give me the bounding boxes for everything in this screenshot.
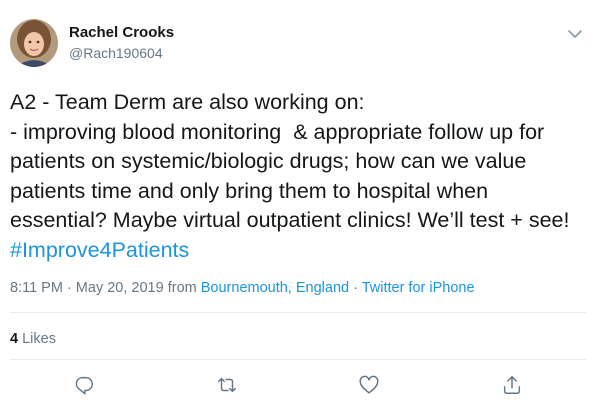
meta-separator: · xyxy=(349,280,362,296)
hashtag-link[interactable]: #Improve4Patients xyxy=(10,238,189,262)
share-icon[interactable] xyxy=(501,374,523,396)
likes-label: Likes xyxy=(18,331,56,347)
reply-icon[interactable] xyxy=(73,374,95,396)
author-name[interactable]: Rachel Crooks xyxy=(69,23,174,42)
tweet-card: Rachel Crooks @Rach190604 A2 - Team Derm… xyxy=(0,0,596,409)
tweet-text: A2 - Team Derm are also working on: - im… xyxy=(10,88,586,266)
author-handle[interactable]: @Rach190604 xyxy=(69,44,163,62)
avatar-image xyxy=(10,19,58,67)
likes-count[interactable]: 4 Likes xyxy=(10,330,56,348)
likes-number: 4 xyxy=(10,331,19,347)
source-link[interactable]: Twitter for iPhone xyxy=(362,280,475,296)
from-label: from xyxy=(163,280,201,296)
avatar[interactable] xyxy=(10,19,58,67)
divider xyxy=(10,312,586,313)
tweet-body: A2 - Team Derm are also working on: - im… xyxy=(10,90,570,233)
heart-icon[interactable] xyxy=(358,374,380,396)
retweet-icon[interactable] xyxy=(216,374,238,396)
location-link[interactable]: Bournemouth, England xyxy=(201,280,349,296)
chevron-down-icon[interactable] xyxy=(566,25,584,43)
tweet-meta: 8:11 PM · May 20, 2019 from Bournemouth,… xyxy=(10,279,475,297)
divider xyxy=(10,359,586,360)
timestamp[interactable]: 8:11 PM · May 20, 2019 xyxy=(10,280,164,296)
